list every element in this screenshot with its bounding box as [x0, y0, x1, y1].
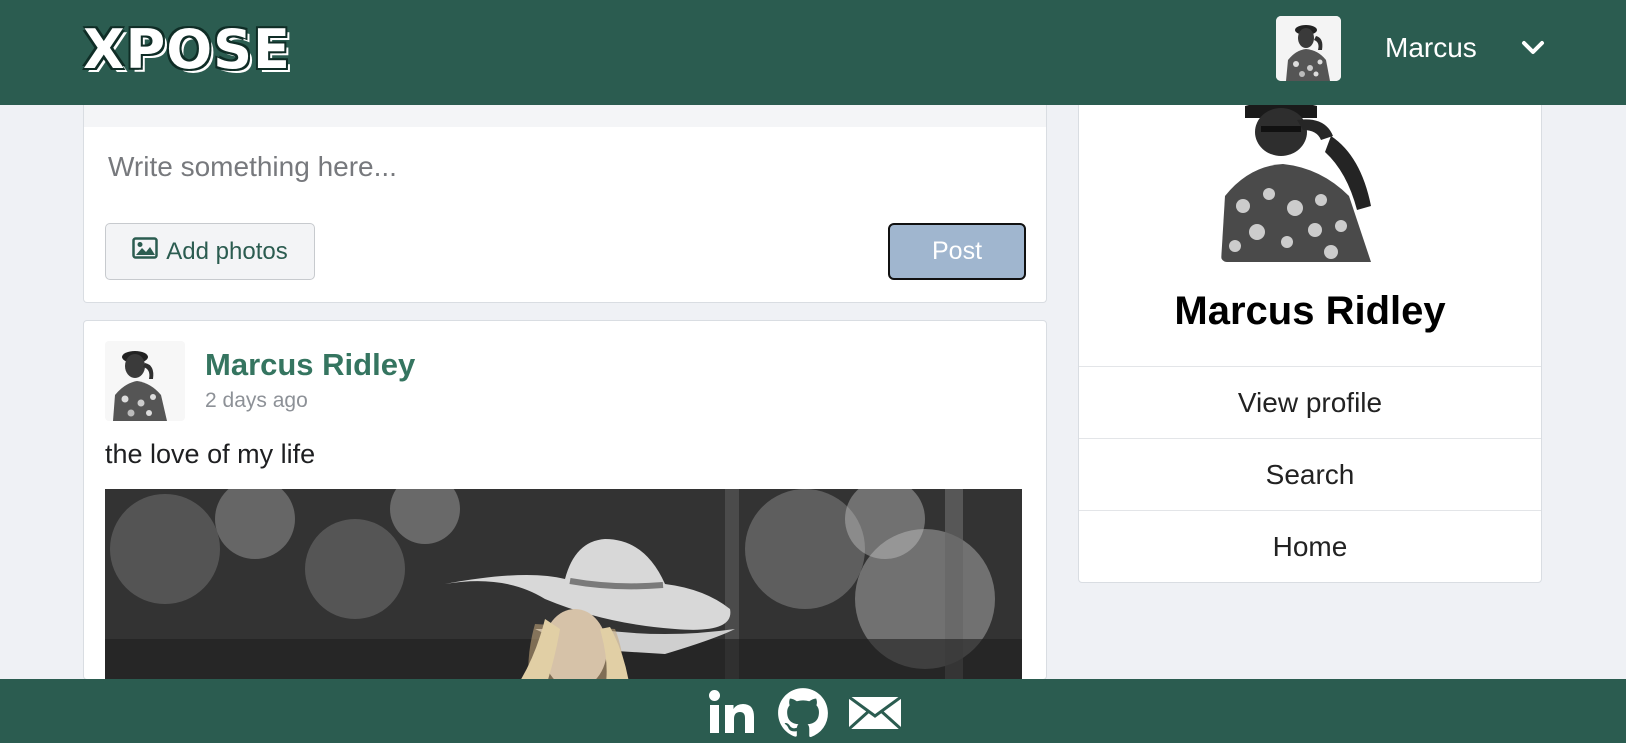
post-body-text: the love of my life	[105, 439, 316, 469]
post-composer: Add photos Post	[83, 105, 1047, 303]
post-card: Marcus Ridley 2 days ago the love of my …	[83, 320, 1047, 680]
menu-item-search[interactable]: Search	[1079, 438, 1541, 510]
user-avatar[interactable]	[1276, 16, 1341, 81]
profile-card: Marcus Ridley View profile Search Home	[1078, 95, 1542, 583]
menu-item-view-profile[interactable]: View profile	[1079, 366, 1541, 438]
github-icon[interactable]	[777, 687, 829, 739]
post-photo[interactable]	[105, 489, 1022, 679]
profile-menu: View profile Search Home	[1079, 366, 1541, 582]
site-footer	[0, 679, 1626, 743]
post-image	[105, 489, 1022, 679]
post-text-input[interactable]	[108, 147, 1008, 187]
email-icon[interactable]	[848, 696, 902, 730]
add-photos-button[interactable]: Add photos	[105, 223, 315, 280]
image-icon	[132, 237, 159, 266]
post-author-link[interactable]: Marcus Ridley	[205, 347, 415, 383]
menu-item-home[interactable]: Home	[1079, 510, 1541, 582]
post-author-avatar[interactable]	[105, 341, 185, 421]
chevron-down-icon[interactable]	[1521, 38, 1545, 58]
nav-username[interactable]: Marcus	[1385, 30, 1477, 66]
composer-top-strip	[84, 105, 1046, 127]
profile-photo[interactable]	[1221, 96, 1398, 262]
user-avatar-photo	[1276, 16, 1341, 81]
top-navbar: XPOSE Marcus	[0, 0, 1626, 105]
profile-name: Marcus Ridley	[1174, 289, 1446, 333]
add-photos-label: Add photos	[166, 237, 288, 265]
linkedin-icon[interactable]	[708, 689, 756, 735]
site-logo[interactable]: XPOSE	[83, 22, 291, 78]
post-button[interactable]: Post	[888, 223, 1026, 280]
post-timestamp: 2 days ago	[205, 389, 308, 412]
